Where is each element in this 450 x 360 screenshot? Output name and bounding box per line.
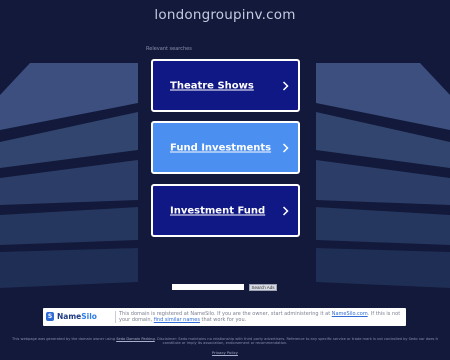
result-card-investment-fund[interactable]: Investment Fund (151, 184, 300, 237)
result-card-label[interactable]: Fund Investments (170, 142, 271, 153)
domain-title: londongroupinv.com (154, 7, 296, 23)
divider (115, 311, 116, 323)
result-card-theatre-shows[interactable]: Theatre Shows (151, 59, 300, 112)
namesilo-logo[interactable]: S NameSilo (46, 311, 116, 323)
disclaimer-text: This webpage was generated by the domain… (12, 337, 438, 346)
privacy-policy-link[interactable]: Privacy Policy (0, 350, 450, 355)
find-similar-names-link[interactable]: find similar names (154, 317, 200, 323)
relevant-searches-label: Relevant searches (146, 46, 192, 52)
result-card-label[interactable]: Investment Fund (170, 205, 265, 216)
search-input[interactable] (172, 284, 244, 290)
namesilo-link[interactable]: NameSilo.com (332, 311, 368, 317)
namesilo-icon: S (46, 312, 54, 321)
background-decoration (0, 63, 450, 288)
brand-name-part2: Silo (81, 312, 97, 321)
namesilo-notice: S NameSilo This domain is registered at … (43, 308, 406, 326)
namesilo-message: This domain is registered at NameSilo. I… (119, 311, 401, 323)
result-card-fund-investments[interactable]: Fund Investments (151, 121, 300, 174)
brand-name-part1: Name (57, 312, 82, 321)
chevron-right-icon (282, 142, 289, 153)
chevron-right-icon (282, 80, 289, 91)
search-ads-button[interactable]: Search Ads (249, 284, 277, 291)
chevron-right-icon (282, 205, 289, 216)
result-card-label[interactable]: Theatre Shows (170, 80, 254, 91)
sedo-domain-parking-link[interactable]: Sedo Domain Parking (116, 337, 155, 341)
